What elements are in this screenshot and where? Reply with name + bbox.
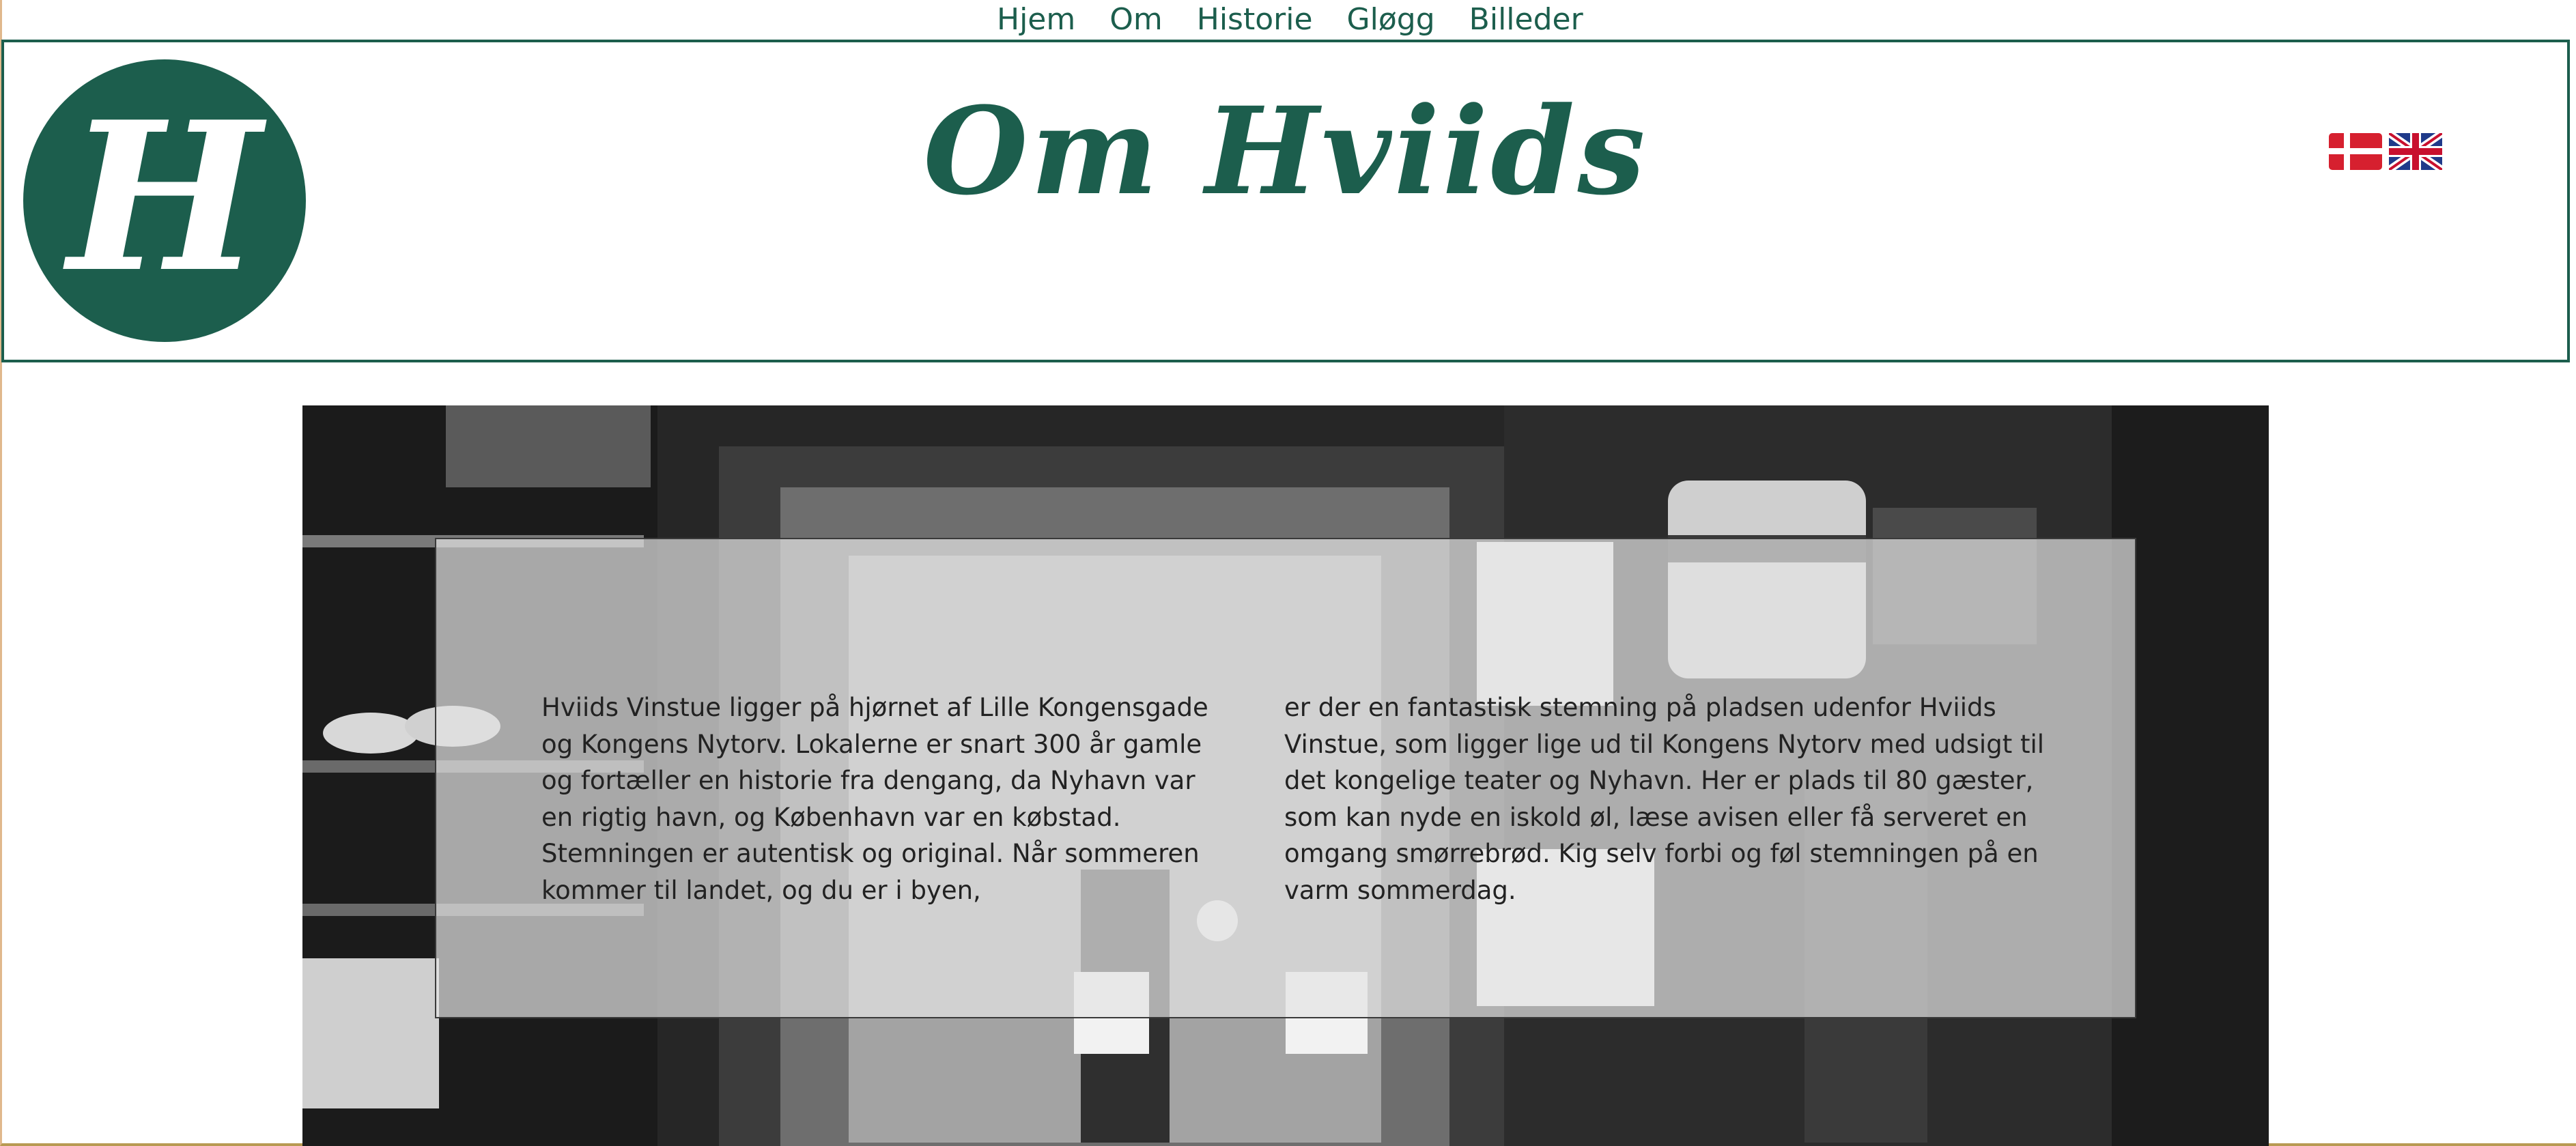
- top-navigation: Hjem Om Historie Gløgg Billeder: [997, 0, 1583, 40]
- about-text-panel: Hviids Vinstue ligger på hjørnet af Lill…: [435, 538, 2136, 1018]
- about-text-column-right: er der en fantastisk stemning på pladsen…: [1284, 693, 2045, 905]
- nav-link-billeder[interactable]: Billeder: [1469, 0, 1583, 40]
- nav-link-historie[interactable]: Historie: [1197, 0, 1313, 40]
- danish-flag-icon[interactable]: [2329, 133, 2382, 170]
- site-header: H Om Hviids: [1, 40, 2570, 362]
- nav-link-om[interactable]: Om: [1109, 0, 1163, 40]
- page-title: Om Hviids: [923, 81, 1648, 222]
- nav-link-hjem[interactable]: Hjem: [997, 0, 1075, 40]
- uk-flag-icon[interactable]: [2389, 133, 2442, 170]
- hero-photo: Hviids Vinstue ligger på hjørnet af Lill…: [302, 405, 2269, 1146]
- about-text-column-left: Hviids Vinstue ligger på hjørnet af Lill…: [541, 693, 1208, 905]
- nav-link-glogg[interactable]: Gløgg: [1347, 0, 1435, 40]
- language-switcher: [2329, 133, 2442, 170]
